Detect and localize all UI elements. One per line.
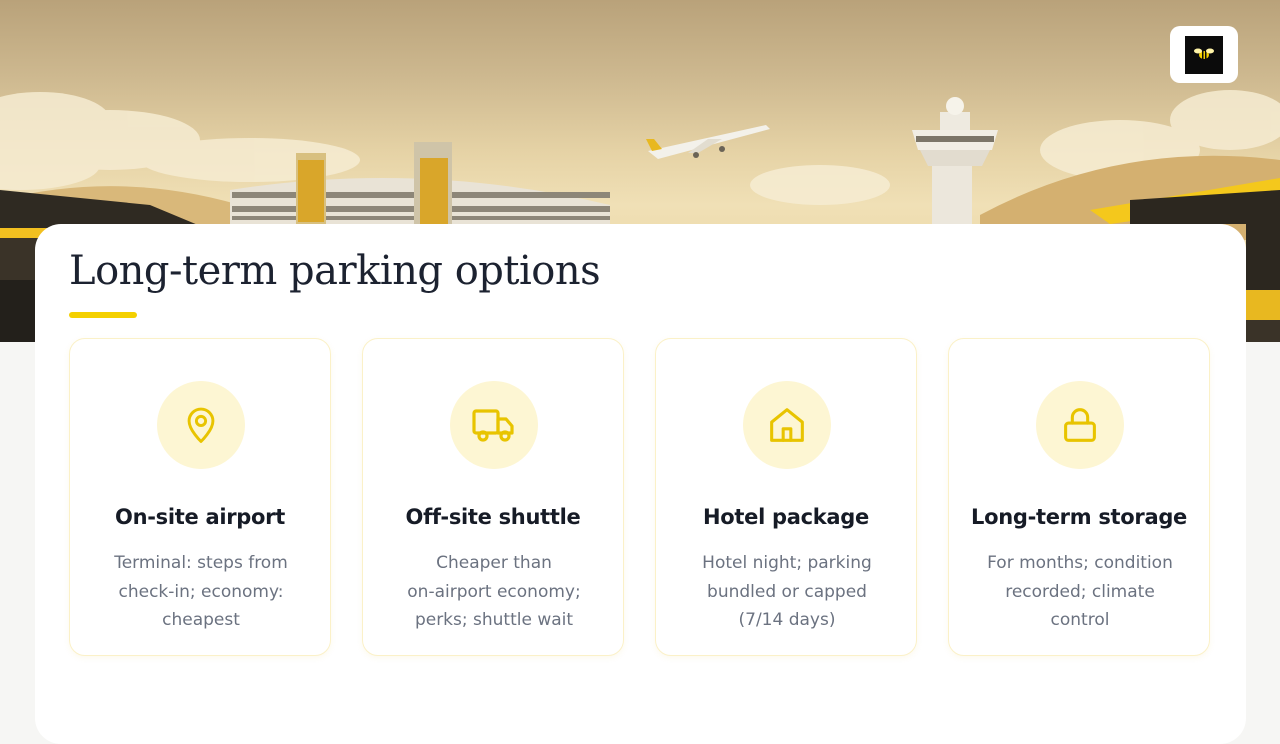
card-description-line: perks; shuttle wait — [414, 610, 574, 630]
card-description-line: (7/14 days) — [738, 610, 836, 630]
card-title: Off-site shuttle — [405, 505, 581, 529]
card-description-line: control — [1050, 610, 1110, 630]
card-description-line: Cheaper than — [436, 553, 552, 573]
map-pin-icon — [157, 381, 245, 469]
card-description: Cheaper than on-airport economy; perks; … — [379, 549, 609, 635]
card-title: Long-term storage — [970, 505, 1187, 529]
card-description-line: on-airport economy; — [407, 581, 581, 602]
card-description-line: cheapest — [162, 610, 240, 630]
card-description-line: For months; condition — [987, 553, 1173, 573]
option-card-hotel-package: Hotel package Hotel night; parking bundl… — [655, 338, 917, 656]
house-icon — [743, 381, 831, 469]
card-description-line: bundled or capped — [707, 581, 867, 602]
logo-badge[interactable] — [1170, 26, 1238, 83]
option-card-on-site-airport: On-site airport Terminal: steps from che… — [69, 338, 331, 656]
truck-icon — [450, 381, 538, 469]
title-underline — [69, 312, 137, 318]
option-card-long-term-storage: Long-term storage For months; condition … — [948, 338, 1210, 656]
card-description: Hotel night; parking bundled or capped (… — [672, 549, 902, 635]
card-description: For months; condition recorded; climate … — [965, 549, 1195, 635]
option-card-off-site-shuttle: Off-site shuttle Cheaper than on-airport… — [362, 338, 624, 656]
card-description-line: recorded; climate — [1005, 581, 1155, 602]
card-description-line: Hotel night; parking — [702, 553, 872, 573]
page-title: Long-term parking options — [69, 248, 601, 294]
card-description-line: Terminal: steps from — [114, 553, 288, 573]
card-title: On-site airport — [115, 505, 285, 529]
lock-icon — [1036, 381, 1124, 469]
card-description-line: check-in; economy: — [118, 581, 284, 602]
bee-logo-icon — [1185, 35, 1223, 74]
card-description: Terminal: steps from check-in; economy: … — [86, 549, 316, 635]
card-title: Hotel package — [703, 505, 869, 529]
